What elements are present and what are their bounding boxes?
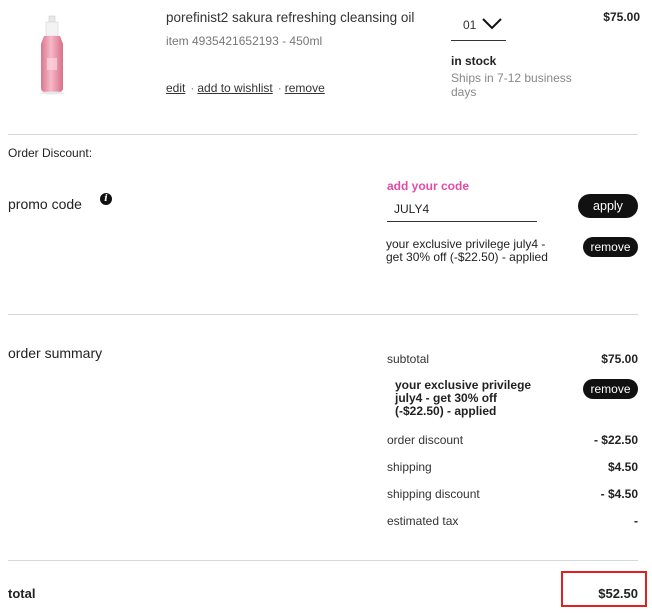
divider <box>8 560 638 561</box>
order-discount-heading: Order Discount: <box>8 146 93 160</box>
estimated-tax-label: estimated tax <box>387 514 459 528</box>
promo-code-title: promo code <box>8 196 82 212</box>
add-code-label: add your code <box>387 179 470 193</box>
product-sku: item 4935421652193 - 450ml <box>166 34 323 48</box>
add-to-wishlist-link[interactable]: add to wishlist <box>197 81 272 95</box>
shipping-discount-label: shipping discount <box>387 487 480 501</box>
order-discount-label: order discount <box>387 433 464 447</box>
subtotal-label: subtotal <box>387 352 430 366</box>
shipping-note: Ships in 7-12 business days <box>451 71 572 99</box>
shipping-value: $4.50 <box>607 460 638 474</box>
summary-remove-button[interactable]: remove <box>583 379 638 399</box>
divider <box>8 134 638 135</box>
remove-promo-button[interactable]: remove <box>583 237 638 257</box>
estimated-tax-value: - <box>634 514 638 528</box>
product-image[interactable] <box>30 14 76 96</box>
chevron-down-icon <box>481 16 503 37</box>
shipping-label: shipping <box>387 460 432 474</box>
apply-button[interactable]: apply <box>578 194 638 218</box>
product-name[interactable]: porefinist2 sakura refreshing cleansing … <box>166 10 414 25</box>
quantity-value: 01 <box>463 18 477 32</box>
applied-promo-text: your exclusive privilege july4 - get 30%… <box>386 237 548 264</box>
total-label: total <box>8 586 36 601</box>
order-discount-value: - $22.50 <box>593 433 638 447</box>
subtotal-value: $75.00 <box>601 352 638 366</box>
separator: · <box>277 81 282 95</box>
item-price: $75.00 <box>603 10 640 24</box>
stock-status: in stock <box>451 54 497 68</box>
summary-privilege-text: your exclusive privilege july4 - get 30%… <box>395 378 532 418</box>
info-icon[interactable]: i <box>100 193 112 205</box>
edit-link[interactable]: edit <box>166 81 185 95</box>
shipping-discount-value: - $4.50 <box>600 487 638 501</box>
remove-item-link[interactable]: remove <box>285 81 325 95</box>
separator: · <box>190 81 195 95</box>
product-actions: edit · add to wishlist · remove <box>166 81 325 95</box>
order-summary-title: order summary <box>8 345 103 361</box>
total-value: $52.50 <box>598 586 638 601</box>
divider <box>8 314 638 315</box>
promo-code-input[interactable] <box>387 196 537 222</box>
quantity-select[interactable]: 01 <box>451 12 506 41</box>
